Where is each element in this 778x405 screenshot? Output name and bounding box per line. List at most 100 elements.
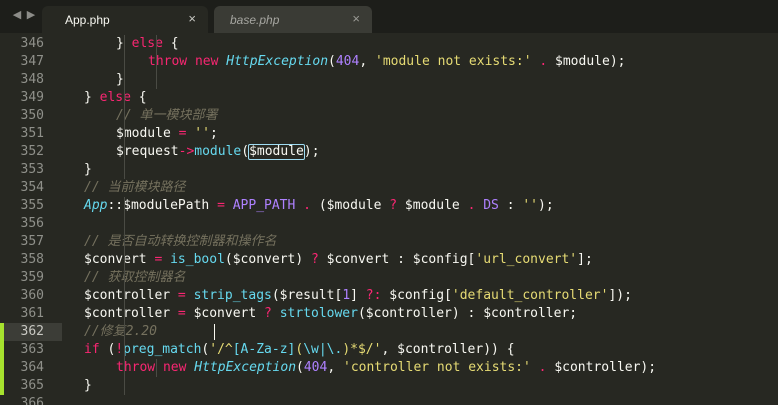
code-editor[interactable]: 346} else {347 throw new HttpException(40… xyxy=(0,33,778,405)
code-line-351[interactable]: 351 $module = ''; xyxy=(0,125,778,143)
code-token: ; xyxy=(209,126,218,141)
code-text: App::$modulePath = APP_PATH . ($module ?… xyxy=(84,197,554,215)
code-line-354[interactable]: 354 // 当前模块路径 xyxy=(0,179,778,197)
code-token: // 获取控制器名 xyxy=(84,270,186,285)
code-token: ( xyxy=(296,360,304,375)
close-icon[interactable]: × xyxy=(188,11,196,26)
tab-scroll-right-icon[interactable]: ▶ xyxy=(24,6,38,24)
code-token: ! xyxy=(115,342,124,357)
code-token: ($convert) xyxy=(224,252,311,267)
code-token: '' xyxy=(194,126,210,141)
code-line-350[interactable]: 350 // 单一模块部署 xyxy=(0,107,778,125)
code-line-359[interactable]: 359 // 获取控制器名 xyxy=(0,269,778,287)
code-line-349[interactable]: 349} else { xyxy=(0,89,778,107)
tab-base-php[interactable]: base.php × xyxy=(214,6,372,33)
code-token: ($controller) : $controller; xyxy=(357,306,578,321)
code-token: ($result[ xyxy=(271,288,343,303)
code-token: '/^ xyxy=(209,342,233,357)
code-token: . xyxy=(295,198,319,213)
tab-label: App.php xyxy=(65,13,110,27)
code-token: $config[ xyxy=(381,288,452,303)
code-token: //修复2.2 xyxy=(84,324,150,339)
code-token: // 单一模块部署 xyxy=(116,108,218,123)
code-line-366[interactable]: 366 xyxy=(0,395,778,405)
code-token: , $controller)) { xyxy=(381,342,515,357)
code-line-347[interactable]: 347 throw new HttpException(404, 'module … xyxy=(0,53,778,71)
close-icon[interactable]: × xyxy=(352,11,360,26)
code-line-361[interactable]: 361 $controller = $convert ? strtolower($… xyxy=(0,305,778,323)
code-token: throw new xyxy=(148,54,227,69)
line-number: 346 xyxy=(20,36,44,51)
code-text: //修复2.20 xyxy=(84,323,157,341)
line-number: 364 xyxy=(20,360,44,375)
code-token: if xyxy=(84,342,100,357)
code-token: , xyxy=(359,54,375,69)
line-number: 362 xyxy=(20,324,44,339)
code-token: $controller xyxy=(84,288,178,303)
code-text: $controller = strip_tags($result[1] ?: $… xyxy=(84,287,632,305)
code-line-353[interactable]: 353} xyxy=(0,161,778,179)
code-token: 'module not exists:' xyxy=(375,54,532,69)
code-token: 404 xyxy=(335,54,360,69)
tab-scroll-left-icon[interactable]: ◀ xyxy=(10,6,24,24)
code-token: $convert xyxy=(84,252,155,267)
code-token: '' xyxy=(522,198,539,213)
code-token: } xyxy=(116,72,124,87)
code-line-363[interactable]: 363 if (!preg_match('/^[A-Za-z](\w|\.)*$/… xyxy=(0,341,778,359)
code-token: } xyxy=(84,90,100,105)
indent-guide xyxy=(156,35,157,89)
indent-guide xyxy=(124,35,125,179)
code-text: // 当前模块路径 xyxy=(84,179,185,197)
code-token: else xyxy=(99,90,131,105)
code-token: HttpException xyxy=(194,360,297,375)
code-token: } xyxy=(84,378,92,393)
code-token: $controller xyxy=(84,306,178,321)
code-line-356[interactable]: 356 xyxy=(0,215,778,233)
code-token: . xyxy=(531,54,556,69)
code-text: $convert = is_bool($convert) ? $convert … xyxy=(84,251,593,269)
code-line-357[interactable]: 357 // 是否自动转换控制器和操作名 xyxy=(0,233,778,251)
code-token: ?: xyxy=(365,288,382,303)
tab-app-php[interactable]: App.php × xyxy=(42,6,208,33)
code-line-346[interactable]: 346} else { xyxy=(0,35,778,53)
code-line-365[interactable]: 365} xyxy=(0,377,778,395)
line-number: 358 xyxy=(20,252,44,267)
code-token: DS xyxy=(483,198,499,213)
code-text: // 单一模块部署 xyxy=(116,107,217,125)
code-token: ( xyxy=(99,342,116,357)
line-number: 365 xyxy=(20,378,44,393)
code-token: APP_PATH xyxy=(232,198,296,213)
code-text: } xyxy=(116,71,124,89)
code-line-358[interactable]: 358 $convert = is_bool($convert) ? $conve… xyxy=(0,251,778,269)
code-token: : xyxy=(498,198,523,213)
code-token: ]); xyxy=(608,288,632,303)
code-token: preg_match xyxy=(123,342,202,357)
code-line-352[interactable]: 352 $request->module($module); xyxy=(0,143,778,161)
code-token: { xyxy=(130,90,147,105)
code-text: if (!preg_match('/^[A-Za-z](\w|\.)*$/', … xyxy=(84,341,515,359)
code-line-362[interactable]: 362 //修复2.20 xyxy=(0,323,778,341)
code-text: throw new HttpException(404, 'module not… xyxy=(148,53,625,71)
code-line-364[interactable]: 364 throw new HttpException(404, 'control… xyxy=(0,359,778,377)
line-number: 348 xyxy=(20,72,44,87)
code-text: } xyxy=(84,161,92,179)
code-token: ($module xyxy=(318,198,390,213)
code-token: ]; xyxy=(577,252,593,267)
code-token: 1 xyxy=(342,288,351,303)
code-line-355[interactable]: 355 App::$modulePath = APP_PATH . ($modul… xyxy=(0,197,778,215)
line-number: 350 xyxy=(20,108,44,123)
code-line-348[interactable]: 348} xyxy=(0,71,778,89)
code-token: module xyxy=(194,144,242,159)
code-token: } xyxy=(84,162,92,177)
code-token: $convert : $config[ xyxy=(318,252,476,267)
code-line-360[interactable]: 360 $controller = strip_tags($result[1] ?… xyxy=(0,287,778,305)
line-number: 349 xyxy=(20,90,44,105)
code-text: // 获取控制器名 xyxy=(84,269,185,287)
code-token: 0 xyxy=(149,324,157,339)
line-number: 356 xyxy=(20,216,44,231)
code-token: $module xyxy=(397,198,468,213)
code-token: -> xyxy=(178,144,195,159)
line-number: 347 xyxy=(20,54,44,69)
